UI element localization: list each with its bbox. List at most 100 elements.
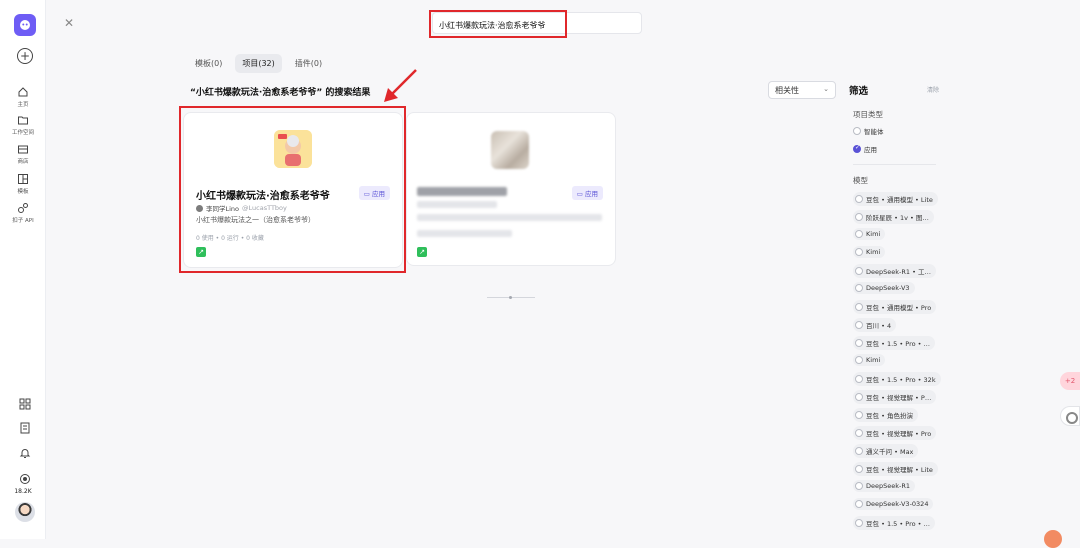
- api-icon: [18, 203, 28, 213]
- filter-model-label: 豆包 • 1.5 • Pro • …: [866, 340, 931, 348]
- assistant-avatar[interactable]: [1044, 530, 1062, 548]
- filter-model-option[interactable]: 豆包 • 角色扮演: [853, 408, 918, 422]
- filter-model-option[interactable]: 豆包 • 视觉理解 • P…: [853, 390, 937, 404]
- filter-model-option[interactable]: 阶跃星辰 • 1v • 图…: [853, 210, 934, 224]
- document-icon[interactable]: [19, 422, 31, 434]
- home-icon: [18, 87, 28, 97]
- points-count: 18.2K: [0, 486, 46, 495]
- blurred-thumbnail: [491, 131, 529, 169]
- create-plus-icon[interactable]: +: [17, 48, 33, 64]
- filter-model-option[interactable]: 豆包 • 视觉理解 • Lite: [853, 462, 938, 476]
- radio-icon: [855, 465, 863, 473]
- tab-templates[interactable]: 模板(0): [188, 54, 229, 73]
- radio-icon: [855, 519, 863, 527]
- apps-grid-icon[interactable]: [19, 398, 31, 410]
- filter-model-option[interactable]: 豆包 • 1.5 • Pro • 32k: [853, 372, 941, 386]
- filter-model-option[interactable]: 百川 • 4: [853, 318, 897, 332]
- filter-model-label: 豆包 • 视觉理解 • Pro: [866, 430, 932, 438]
- filter-model-label: 豆包 • 通用模型 • Lite: [866, 196, 933, 204]
- filter-model-option[interactable]: DeepSeek-R1: [853, 480, 916, 492]
- robot-logo-icon: [20, 20, 30, 30]
- sidebar-item-label: 主页: [17, 102, 29, 108]
- sidebar-item-workspace[interactable]: 工作空间: [0, 114, 46, 136]
- filter-model-label: DeepSeek-R1 • 工…: [866, 268, 931, 276]
- sidebar: + 主页 工作空间 商店 模板 扣子 API 18.2K: [0, 0, 46, 539]
- filter-model-option[interactable]: 通义千问 • Max: [853, 444, 919, 458]
- filter-model-label: 豆包 • 通用模型 • Pro: [866, 304, 932, 312]
- sort-selected-value: 相关性: [775, 86, 799, 95]
- filter-model-option[interactable]: Kimi: [853, 246, 886, 258]
- bell-icon[interactable]: [19, 447, 31, 459]
- blurred-title: [417, 187, 507, 196]
- filter-model-option[interactable]: Kimi: [853, 354, 886, 366]
- filter-model-label: Kimi: [866, 356, 881, 364]
- sidebar-item-api[interactable]: 扣子 API: [0, 202, 46, 224]
- radio-checked-icon: [853, 144, 861, 153]
- filter-clear-button[interactable]: 清除: [927, 85, 939, 94]
- sidebar-item-label: 商店: [17, 159, 29, 165]
- filter-type-app[interactable]: 应用: [853, 144, 877, 154]
- radio-icon: [855, 356, 863, 364]
- project-card[interactable]: 小红书爆款玩法·治愈系老爷爷 ▭ 应用 李同学Lino @LucasTTboy …: [183, 112, 403, 268]
- filter-model-label: DeepSeek-V3: [866, 284, 910, 292]
- chevron-down-icon: ⌄: [823, 85, 829, 93]
- points-icon[interactable]: [19, 473, 31, 485]
- radio-icon: [855, 267, 863, 275]
- filter-model-option[interactable]: 豆包 • 1.5 • Pro • …: [853, 336, 936, 350]
- points-count-label: 18.2K: [14, 488, 32, 495]
- radio-icon: [855, 213, 863, 221]
- filter-model-option[interactable]: 豆包 • 通用模型 • Lite: [853, 192, 938, 206]
- card-description: 小红书爆款玩法之一（治愈系老爷爷）: [196, 216, 315, 224]
- filter-model-label: DeepSeek-V3-0324: [866, 500, 929, 508]
- radio-icon: [855, 303, 863, 311]
- filter-model-option[interactable]: 豆包 • 1.5 • Pro • …: [853, 516, 936, 530]
- filter-model-option[interactable]: DeepSeek-V3-0324: [853, 498, 934, 510]
- radio-icon: [855, 429, 863, 437]
- filter-model-option[interactable]: DeepSeek-R1 • 工…: [853, 264, 936, 278]
- filter-model-label: Kimi: [866, 230, 881, 238]
- search-result-title: “小红书爆款玩法·治愈系老爷爷” 的搜索结果: [190, 88, 371, 98]
- radio-icon: [855, 230, 863, 238]
- radio-icon: [855, 447, 863, 455]
- filter-model-option[interactable]: Kimi: [853, 228, 886, 240]
- card-stats: 0 使用 • 0 运行 • 0 收藏: [196, 235, 264, 242]
- radio-icon: [855, 411, 863, 419]
- user-avatar[interactable]: [15, 502, 35, 522]
- filter-model-label: 阶跃星辰 • 1v • 图…: [866, 214, 929, 222]
- sort-select[interactable]: 相关性 ⌄: [768, 81, 836, 99]
- filter-type-agent[interactable]: 智能体: [853, 126, 884, 136]
- sidebar-item-home[interactable]: 主页: [0, 86, 46, 108]
- tab-projects[interactable]: 项目(32): [235, 54, 282, 73]
- search-box[interactable]: [432, 12, 642, 36]
- filter-model-option[interactable]: 豆包 • 视觉理解 • Pro: [853, 426, 937, 440]
- share-icon[interactable]: ↗: [417, 247, 427, 257]
- app-tag: ▭ 应用: [358, 186, 390, 200]
- folder-icon: [18, 116, 28, 125]
- app-tag-label: 应用: [372, 190, 385, 198]
- sidebar-item-label: 扣子 API: [12, 218, 34, 224]
- project-card-blurred[interactable]: ▭ 应用 ↗: [406, 112, 616, 266]
- tab-plugins[interactable]: 插件(0): [288, 54, 329, 73]
- share-icon[interactable]: ↗: [196, 247, 206, 257]
- radio-icon: [853, 127, 861, 135]
- floating-badge[interactable]: +2: [1060, 372, 1080, 390]
- help-icon[interactable]: [1060, 406, 1080, 426]
- filter-title: 筛选: [849, 86, 869, 97]
- filter-model-option[interactable]: DeepSeek-V3: [853, 282, 915, 294]
- blurred-author: [417, 201, 497, 208]
- card-title: 小红书爆款玩法·治愈系老爷爷: [196, 191, 330, 202]
- app-tag-label: 应用: [585, 190, 598, 198]
- radio-icon: [855, 284, 863, 292]
- search-input[interactable]: [433, 15, 641, 36]
- divider: [853, 164, 936, 165]
- filter-type-label: 应用: [864, 146, 877, 154]
- project-thumbnail: [274, 130, 312, 168]
- filter-model-option[interactable]: 豆包 • 通用模型 • Pro: [853, 300, 937, 314]
- filter-model-label: 百川 • 4: [866, 322, 892, 330]
- sidebar-item-store[interactable]: 商店: [0, 143, 46, 165]
- close-icon[interactable]: ✕: [64, 16, 74, 30]
- sidebar-item-template[interactable]: 模板: [0, 173, 46, 195]
- radio-icon: [855, 195, 863, 203]
- app-logo[interactable]: [14, 14, 36, 36]
- radio-icon: [855, 339, 863, 347]
